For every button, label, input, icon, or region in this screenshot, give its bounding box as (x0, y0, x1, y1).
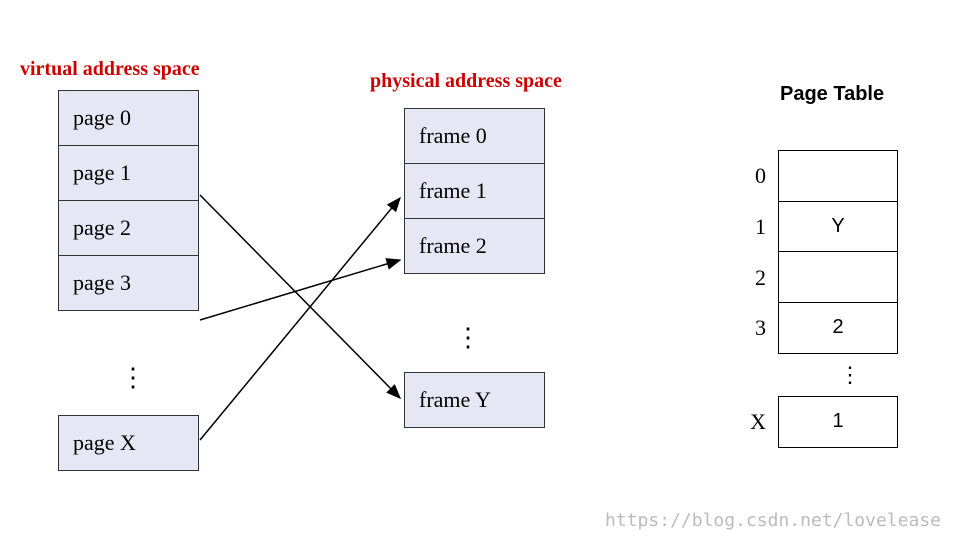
virtual-pages-top: page 0 page 1 page 2 page 3 (58, 90, 199, 311)
page-table-title: Page Table (780, 83, 884, 106)
pt-cell: Y (778, 201, 898, 253)
physical-title: physical address space (370, 70, 562, 93)
pt-index: 2 (748, 265, 778, 291)
page-cell: page 0 (59, 91, 199, 146)
table-row: X 1 (748, 396, 910, 448)
physical-dots: ⋮ (455, 325, 481, 351)
pt-index: X (748, 409, 778, 435)
page-cell: page 3 (59, 256, 199, 311)
physical-frames-top: frame 0 frame 1 frame 2 (404, 108, 545, 274)
table-row: 0 (748, 150, 910, 202)
pt-index: 3 (748, 315, 778, 341)
page-cell: page 1 (59, 146, 199, 201)
watermark: https://blog.csdn.net/lovelease (605, 510, 941, 531)
pt-cell: 2 (778, 302, 898, 354)
pt-index: 0 (748, 163, 778, 189)
page-table: 0 1 Y 2 3 2 ⋮ X 1 (748, 150, 910, 448)
frame-cell: frame 1 (405, 164, 545, 219)
page-cell: page X (59, 416, 199, 471)
physical-frame-bottom: frame Y (404, 372, 545, 428)
table-row: 3 2 (748, 303, 910, 354)
table-row: 2 (748, 253, 910, 304)
pt-index: 1 (748, 214, 778, 240)
frame-cell: frame 2 (405, 219, 545, 274)
pt-cell (778, 251, 898, 303)
frame-cell: frame 0 (405, 109, 545, 164)
page-cell: page 2 (59, 201, 199, 256)
table-row: 1 Y (748, 202, 910, 253)
pt-cell (778, 150, 898, 202)
virtual-title: virtual address space (20, 58, 200, 81)
pt-cell: 1 (778, 396, 898, 448)
page-table-dots: ⋮ (790, 354, 910, 396)
virtual-page-bottom: page X (58, 415, 199, 471)
frame-cell: frame Y (405, 373, 545, 428)
virtual-dots: ⋮ (120, 365, 146, 391)
